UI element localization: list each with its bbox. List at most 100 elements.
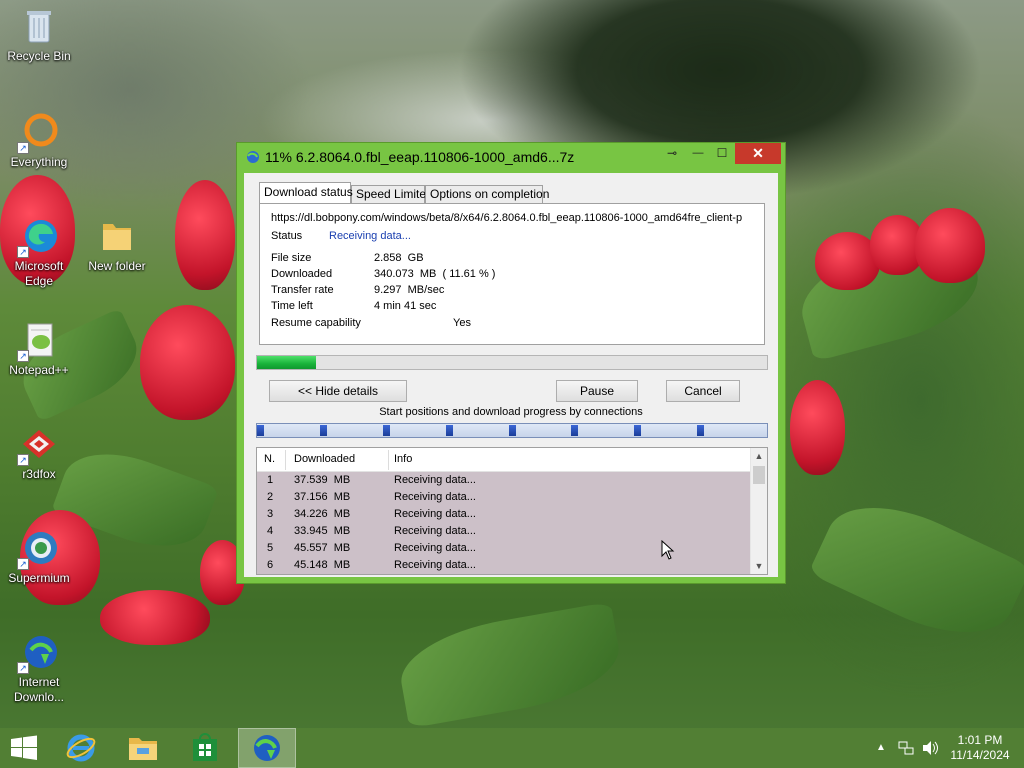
- clock-date: 11/14/2024: [950, 748, 1010, 762]
- connection-downloaded: 33.945 MB: [294, 525, 351, 537]
- desktop-icon-label: Internet Downlo...: [13, 675, 65, 704]
- connection-info: Receiving data...: [394, 474, 476, 486]
- connection-downloaded: 37.539 MB: [294, 474, 351, 486]
- desktop-icon-label: Microsoft Edge: [14, 259, 64, 288]
- download-url: https://dl.bobpony.com/windows/beta/8/x6…: [271, 212, 743, 224]
- connection-number: 5: [267, 542, 274, 554]
- hide-details-button[interactable]: << Hide details: [269, 380, 407, 402]
- desktop-icon-internet-download-manager[interactable]: ↗ Internet Downlo...: [1, 632, 77, 705]
- connections-scrollbar[interactable]: ▲ ▼: [750, 448, 767, 574]
- window-title: 11% 6.2.8064.0.fbl_eeap.110806-1000_amd6…: [265, 149, 575, 165]
- desktop-icon-supermium[interactable]: ↗ Supermium: [1, 528, 77, 586]
- pin-icon[interactable]: ⊸: [661, 143, 683, 164]
- network-icon[interactable]: [898, 740, 914, 759]
- cancel-button[interactable]: Cancel: [666, 380, 740, 402]
- status-value: Receiving data...: [329, 230, 411, 242]
- connection-downloaded: 45.557 MB: [294, 542, 351, 554]
- connection-row[interactable]: 3 34.226 MB Receiving data...: [257, 506, 751, 523]
- connection-start-marker: [571, 425, 578, 436]
- clock-time: 1:01 PM: [957, 733, 1003, 747]
- connection-row[interactable]: 5 45.557 MB Receiving data...: [257, 540, 751, 557]
- desktop-icon-label: Everything: [10, 155, 68, 169]
- connection-number: 2: [267, 491, 274, 503]
- minimize-button[interactable]: —: [687, 143, 709, 164]
- taskbar-internet-explorer[interactable]: [52, 728, 110, 768]
- r3dfox-icon: ↗: [17, 424, 59, 466]
- desktop-icon-new-folder[interactable]: New folder: [79, 216, 155, 274]
- shortcut-arrow-icon: ↗: [17, 246, 29, 258]
- tab-download-status[interactable]: Download status: [259, 182, 353, 203]
- volume-icon[interactable]: [921, 740, 939, 759]
- notepad-plus-plus-icon: ↗: [17, 320, 59, 362]
- connection-info: Receiving data...: [394, 542, 476, 554]
- taskbar-file-explorer[interactable]: [114, 728, 172, 768]
- start-button[interactable]: [0, 728, 58, 768]
- connections-caption: Start positions and download progress by…: [379, 406, 643, 418]
- time-left-value: 4 min 41 sec: [374, 300, 437, 312]
- column-header-downloaded[interactable]: Downloaded: [294, 453, 355, 465]
- file-size-label: File size: [271, 252, 312, 264]
- file-size-value: 2.858 GB: [374, 252, 424, 264]
- taskbar-internet-download-manager[interactable]: [238, 728, 296, 768]
- download-progress-bar: [256, 355, 768, 370]
- everything-icon: ↗: [17, 112, 59, 154]
- connection-start-marker: [634, 425, 641, 436]
- scroll-up-arrow-icon[interactable]: ▲: [751, 448, 767, 464]
- recycle-bin-icon: [19, 6, 59, 46]
- connection-row[interactable]: 2 37.156 MB Receiving data...: [257, 489, 751, 506]
- resume-capability-value: Yes: [453, 317, 471, 329]
- supermium-icon: ↗: [17, 528, 59, 570]
- desktop-icon-label: Recycle Bin: [7, 49, 71, 63]
- connection-row[interactable]: 4 33.945 MB Receiving data...: [257, 523, 751, 540]
- taskbar-clock[interactable]: 1:01 PM 11/14/2024: [940, 733, 1020, 763]
- show-hidden-icons-chevron-icon[interactable]: ▲: [876, 742, 886, 753]
- tab-options-on-completion[interactable]: Options on completion: [425, 185, 549, 203]
- taskbar-store[interactable]: [176, 728, 234, 768]
- window-titlebar[interactable]: 11% 6.2.8064.0.fbl_eeap.110806-1000_amd6…: [237, 143, 785, 171]
- connection-number: 6: [267, 559, 274, 571]
- connection-info: Receiving data...: [394, 508, 476, 520]
- desktop-icon-everything[interactable]: ↗ Everything: [1, 112, 77, 170]
- column-header-number[interactable]: N.: [264, 453, 275, 465]
- downloaded-label: Downloaded: [271, 268, 333, 280]
- internet-explorer-icon: [66, 734, 96, 762]
- windows-logo-icon: [11, 735, 37, 760]
- close-button[interactable]: ✕: [735, 143, 781, 164]
- connection-row[interactable]: 6 45.148 MB Receiving data...: [257, 557, 751, 574]
- desktop-icon-recycle-bin[interactable]: Recycle Bin: [1, 6, 77, 64]
- transfer-rate-label: Transfer rate: [271, 284, 334, 296]
- resume-capability-label: Resume capability: [271, 317, 361, 329]
- folder-icon: [97, 216, 137, 256]
- download-progress-window[interactable]: 11% 6.2.8064.0.fbl_eeap.110806-1000_amd6…: [236, 142, 786, 584]
- connection-row[interactable]: 1 37.539 MB Receiving data...: [257, 472, 751, 489]
- connection-start-marker: [383, 425, 390, 436]
- connection-start-marker: [697, 425, 704, 436]
- pause-button[interactable]: Pause: [556, 380, 638, 402]
- scroll-thumb[interactable]: [753, 466, 765, 484]
- connection-start-marker: [257, 425, 264, 436]
- connections-list[interactable]: N. Downloaded Info 1 37.539 MB Receiving…: [256, 447, 768, 575]
- shortcut-arrow-icon: ↗: [17, 558, 29, 570]
- desktop-icon-microsoft-edge[interactable]: ↗ Microsoft Edge: [1, 216, 77, 289]
- shortcut-arrow-icon: ↗: [17, 350, 29, 362]
- desktop-icon-label: Notepad++: [9, 363, 69, 377]
- scroll-down-arrow-icon[interactable]: ▼: [751, 558, 767, 574]
- connection-start-marker: [509, 425, 516, 436]
- column-header-info[interactable]: Info: [394, 453, 412, 465]
- connection-number: 3: [267, 508, 274, 520]
- desktop-icon-notepad-plus-plus[interactable]: ↗ Notepad++: [1, 320, 77, 378]
- desktop-icon-label: r3dfox: [22, 467, 56, 481]
- connection-downloaded: 37.156 MB: [294, 491, 351, 503]
- connection-downloaded: 45.148 MB: [294, 559, 351, 571]
- connection-start-marker: [320, 425, 327, 436]
- column-separator: [285, 450, 286, 470]
- maximize-button[interactable]: ☐: [711, 143, 733, 164]
- edge-icon: ↗: [17, 216, 59, 258]
- store-icon: [193, 733, 217, 761]
- shortcut-arrow-icon: ↗: [17, 454, 29, 466]
- taskbar: ▲ 1:01 PM 11/14/2024: [0, 728, 1024, 768]
- desktop-icon-r3dfox[interactable]: ↗ r3dfox: [1, 424, 77, 482]
- transfer-rate-value: 9.297 MB/sec: [374, 284, 445, 296]
- window-client-area: Download status Speed Limiter Options on…: [244, 173, 778, 577]
- tab-speed-limiter[interactable]: Speed Limiter: [351, 185, 430, 203]
